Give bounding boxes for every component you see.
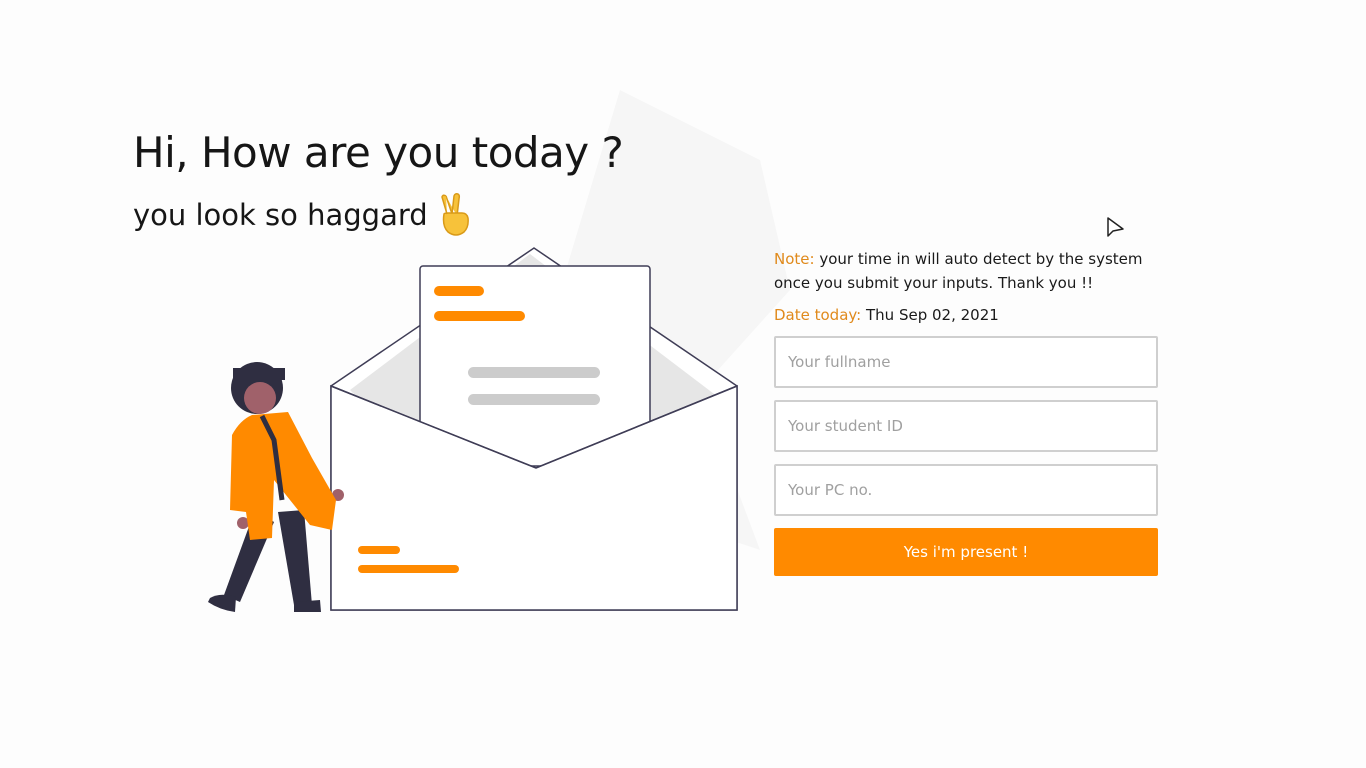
envelope-line (358, 565, 459, 573)
student-id-input[interactable] (774, 400, 1158, 452)
letter-line (468, 367, 600, 378)
pc-no-input[interactable] (774, 464, 1158, 516)
sub-greeting: you look so haggard (133, 192, 474, 238)
note-label: Note: (774, 250, 815, 268)
page: Hi, How are you today ? you look so hagg… (0, 0, 1366, 768)
attendance-form: Note: your time in will auto detect by t… (774, 247, 1158, 576)
envelope-illustration (208, 247, 738, 612)
submit-button[interactable]: Yes i'm present ! (774, 528, 1158, 576)
letter-line (468, 394, 600, 405)
fullname-input[interactable] (774, 336, 1158, 388)
letter-line (434, 311, 525, 321)
sub-greeting-text: you look so haggard (133, 198, 428, 232)
person-figure (208, 362, 344, 612)
note-text: Note: your time in will auto detect by t… (774, 247, 1158, 295)
date-line: Date today: Thu Sep 02, 2021 (774, 306, 1158, 324)
letter-line (434, 286, 484, 296)
victory-hand-icon (440, 193, 469, 236)
page-title: Hi, How are you today ? (133, 128, 624, 177)
mouse-pointer-icon (1107, 217, 1124, 237)
envelope-line (358, 546, 400, 554)
note-body: your time in will auto detect by the sys… (774, 250, 1143, 292)
date-value: Thu Sep 02, 2021 (861, 306, 999, 324)
date-label: Date today: (774, 306, 862, 324)
